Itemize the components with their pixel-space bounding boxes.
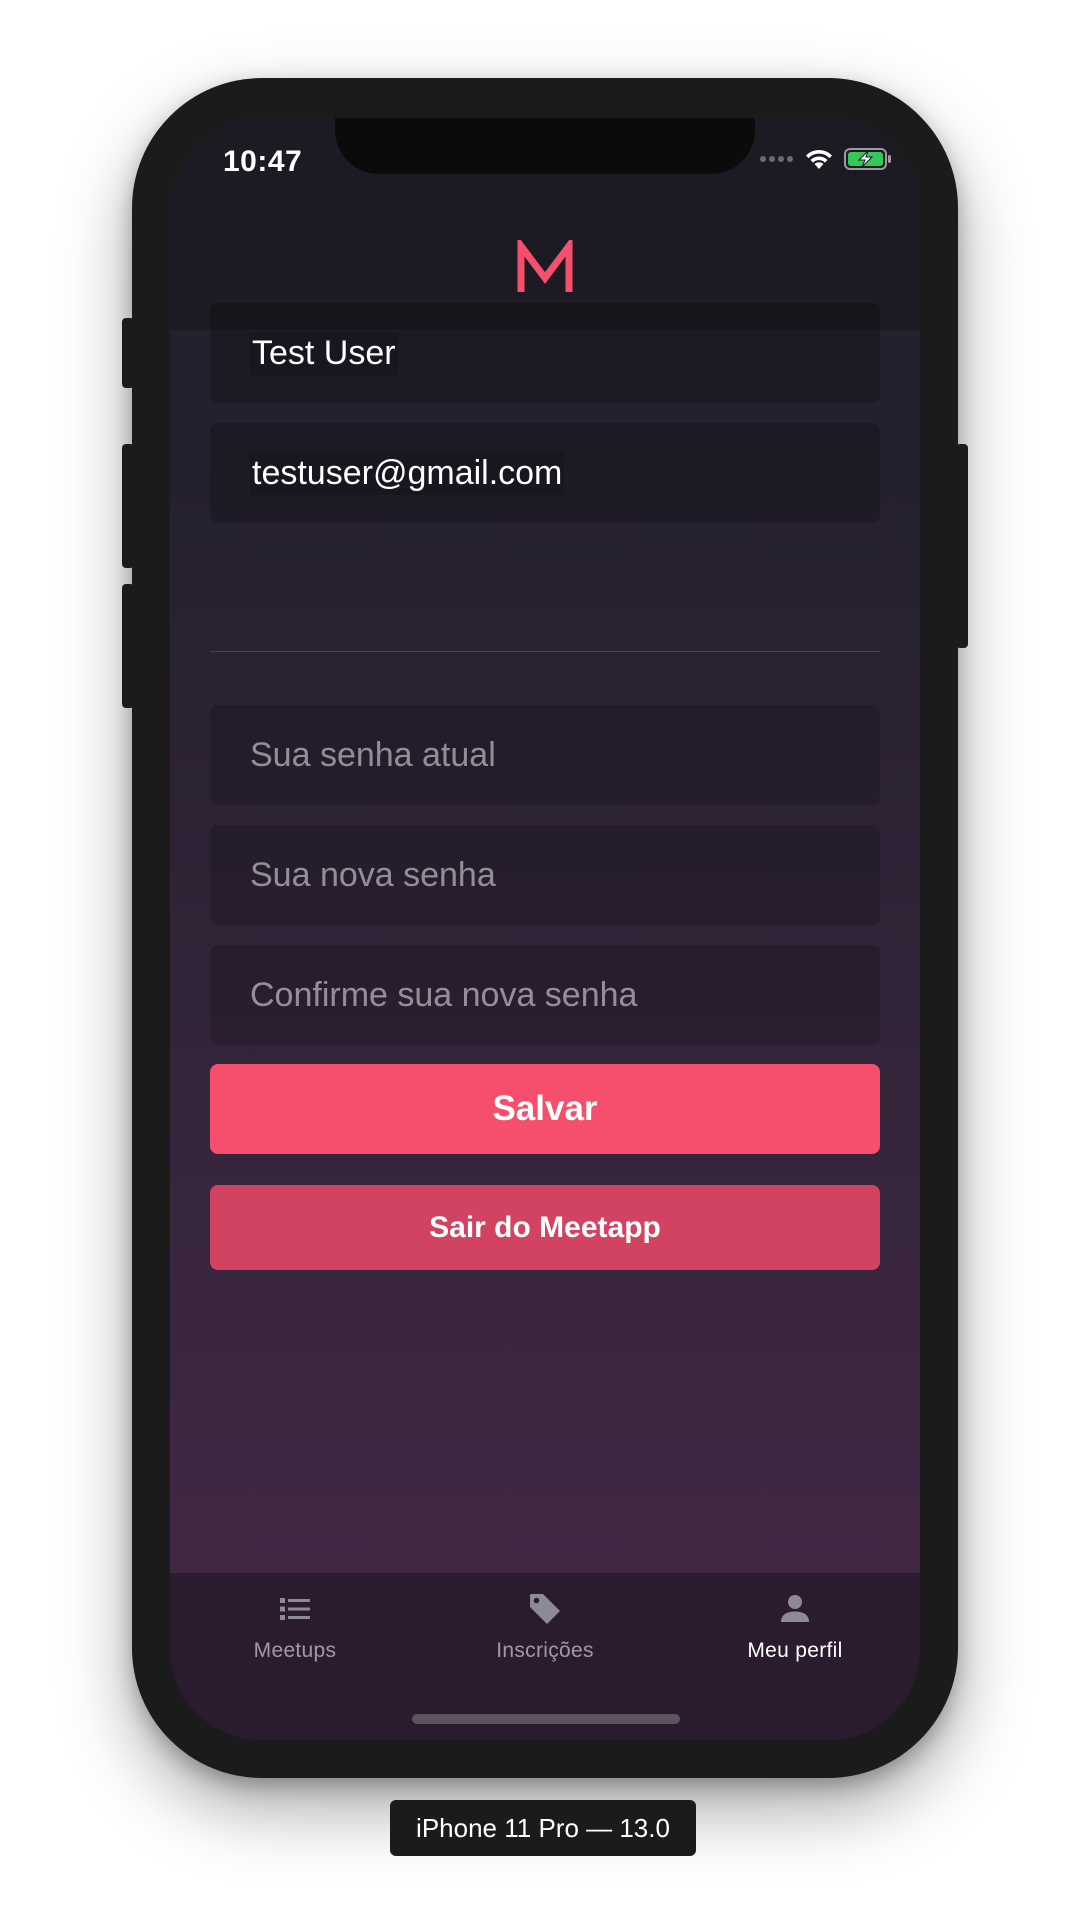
logout-button[interactable]: Sair do Meetapp [210, 1185, 880, 1270]
tab-inscricoes[interactable]: Inscrições [420, 1573, 670, 1703]
status-bar: 10:47 [170, 118, 920, 178]
volume-down-button [122, 584, 134, 708]
device-label: iPhone 11 Pro — 13.0 [390, 1800, 696, 1856]
tag-icon [530, 1594, 560, 1624]
person-icon [781, 1595, 809, 1622]
new-password-placeholder: Sua nova senha [250, 855, 496, 894]
tab-meu-perfil-label: Meu perfil [747, 1639, 843, 1662]
meetapp-logo [517, 240, 573, 292]
mute-switch [122, 318, 134, 388]
confirm-password-placeholder: Confirme sua nova senha [250, 975, 638, 1014]
current-password-placeholder: Sua senha atual [250, 735, 496, 774]
status-icons [760, 148, 892, 170]
volume-up-button [122, 444, 134, 568]
form-divider [210, 651, 880, 652]
home-indicator[interactable] [412, 1714, 680, 1724]
new-password-field[interactable]: Sua nova senha [210, 825, 880, 925]
confirm-password-field[interactable]: Confirme sua nova senha [210, 945, 880, 1045]
save-button[interactable]: Salvar [210, 1064, 880, 1154]
tab-meu-perfil[interactable]: Meu perfil [670, 1573, 920, 1703]
notch [335, 118, 755, 174]
battery-charging-icon [844, 148, 891, 170]
email-field[interactable]: testuser@gmail.com [210, 423, 880, 523]
tab-inscricoes-label: Inscrições [496, 1639, 594, 1662]
signal-dots-icon [760, 156, 793, 162]
list-icon [280, 1598, 310, 1620]
current-password-field[interactable]: Sua senha atual [210, 705, 880, 805]
power-button [956, 444, 968, 648]
tab-meetups-label: Meetups [253, 1639, 337, 1662]
name-field[interactable]: Test User [210, 303, 880, 403]
email-value: testuser@gmail.com [250, 451, 565, 495]
tab-meetups[interactable]: Meetups [170, 1573, 420, 1703]
wifi-icon [806, 149, 832, 169]
name-value: Test User [250, 331, 398, 375]
app-screen: 10:47 Test User testuser@gmail.com Sua s… [170, 118, 920, 1740]
